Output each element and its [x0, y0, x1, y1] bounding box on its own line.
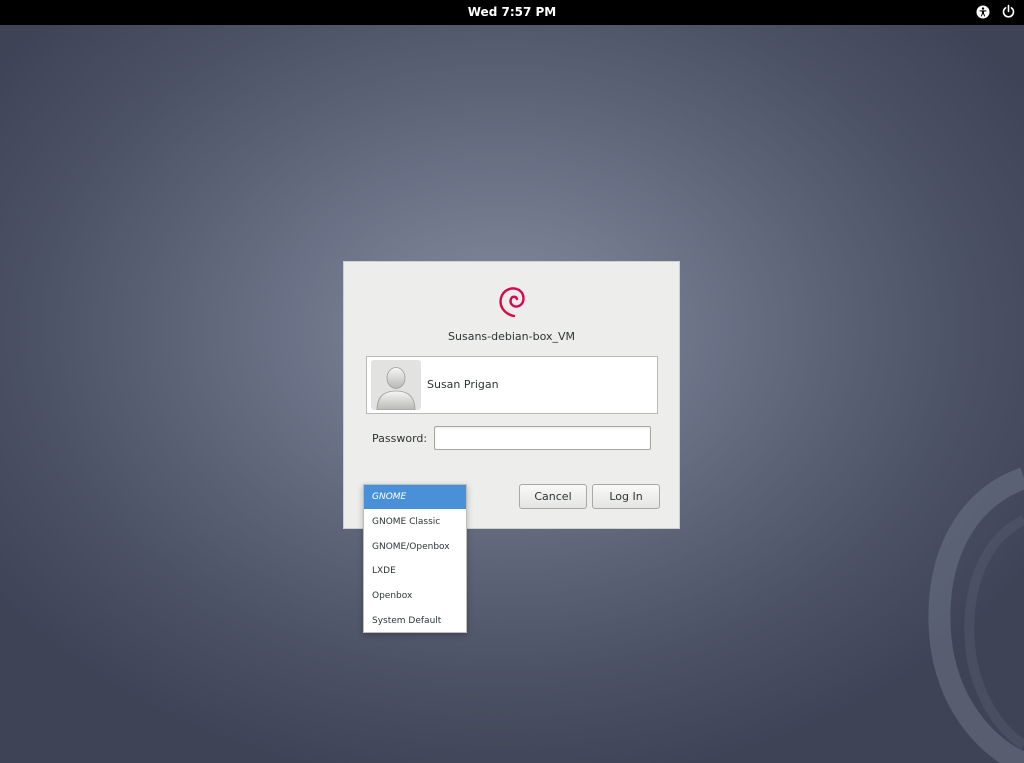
password-input[interactable] [434, 426, 651, 450]
session-item-gnome-classic[interactable]: GNOME Classic [364, 510, 466, 534]
user-avatar-icon [376, 367, 416, 410]
hostname-label: Susans-debian-box_VM [448, 330, 575, 343]
password-label: Password: [372, 432, 428, 445]
session-item-gnome-openbox[interactable]: GNOME/Openbox [364, 535, 466, 559]
cancel-button[interactable]: Cancel [519, 484, 587, 509]
session-menu: GNOME GNOME Classic GNOME/Openbox LXDE O… [363, 484, 467, 633]
session-item-system-default[interactable]: System Default [364, 609, 466, 633]
session-item-lxde[interactable]: LXDE [364, 559, 466, 583]
user-name: Susan Prigan [427, 378, 499, 391]
debian-swirl-wallpaper [928, 467, 1024, 763]
accessibility-icon[interactable] [976, 5, 990, 19]
session-item-openbox[interactable]: Openbox [364, 584, 466, 608]
debian-logo-icon [499, 287, 525, 318]
session-item-gnome[interactable]: GNOME [364, 485, 466, 509]
login-button[interactable]: Log In [592, 484, 660, 509]
power-icon[interactable] [1001, 4, 1016, 19]
avatar [371, 360, 421, 410]
user-card[interactable]: Susan Prigan [366, 356, 658, 414]
clock[interactable]: Wed 7:57 PM [0, 0, 1024, 25]
top-bar: Wed 7:57 PM [0, 0, 1024, 25]
